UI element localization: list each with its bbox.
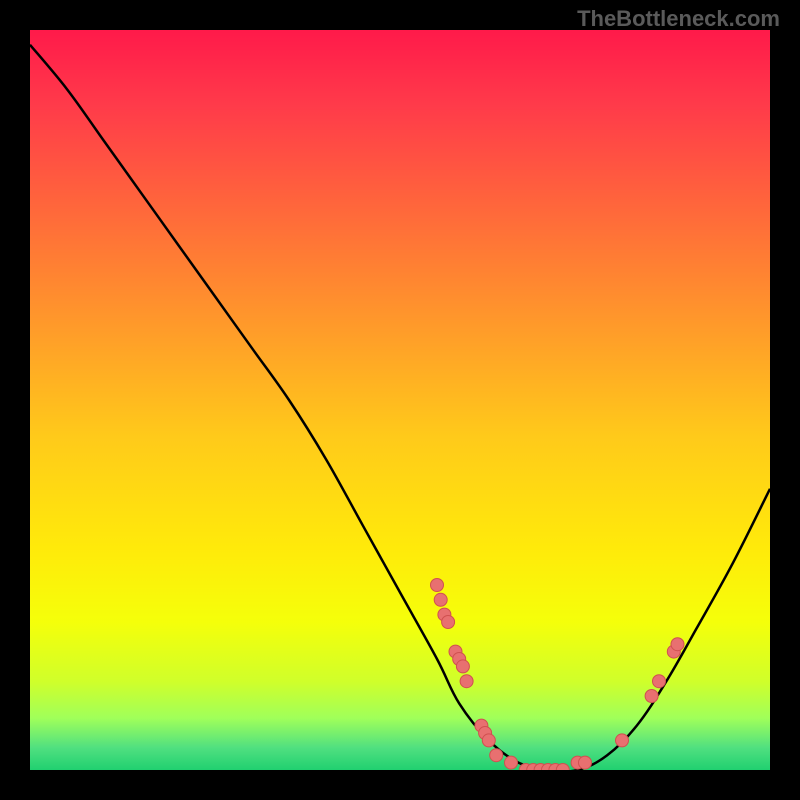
data-points-group: [431, 579, 685, 771]
data-point: [431, 579, 444, 592]
data-point: [671, 638, 684, 651]
data-point: [456, 660, 469, 673]
data-point: [490, 749, 503, 762]
data-point: [482, 734, 495, 747]
data-point: [434, 593, 447, 606]
data-point: [579, 756, 592, 769]
bottleneck-curve: [30, 45, 770, 770]
data-point: [616, 734, 629, 747]
data-point: [653, 675, 666, 688]
data-point: [442, 616, 455, 629]
watermark-text: TheBottleneck.com: [577, 6, 780, 32]
chart-svg: [30, 30, 770, 770]
data-point: [645, 690, 658, 703]
chart-plot-area: [30, 30, 770, 770]
data-point: [505, 756, 518, 769]
data-point: [460, 675, 473, 688]
